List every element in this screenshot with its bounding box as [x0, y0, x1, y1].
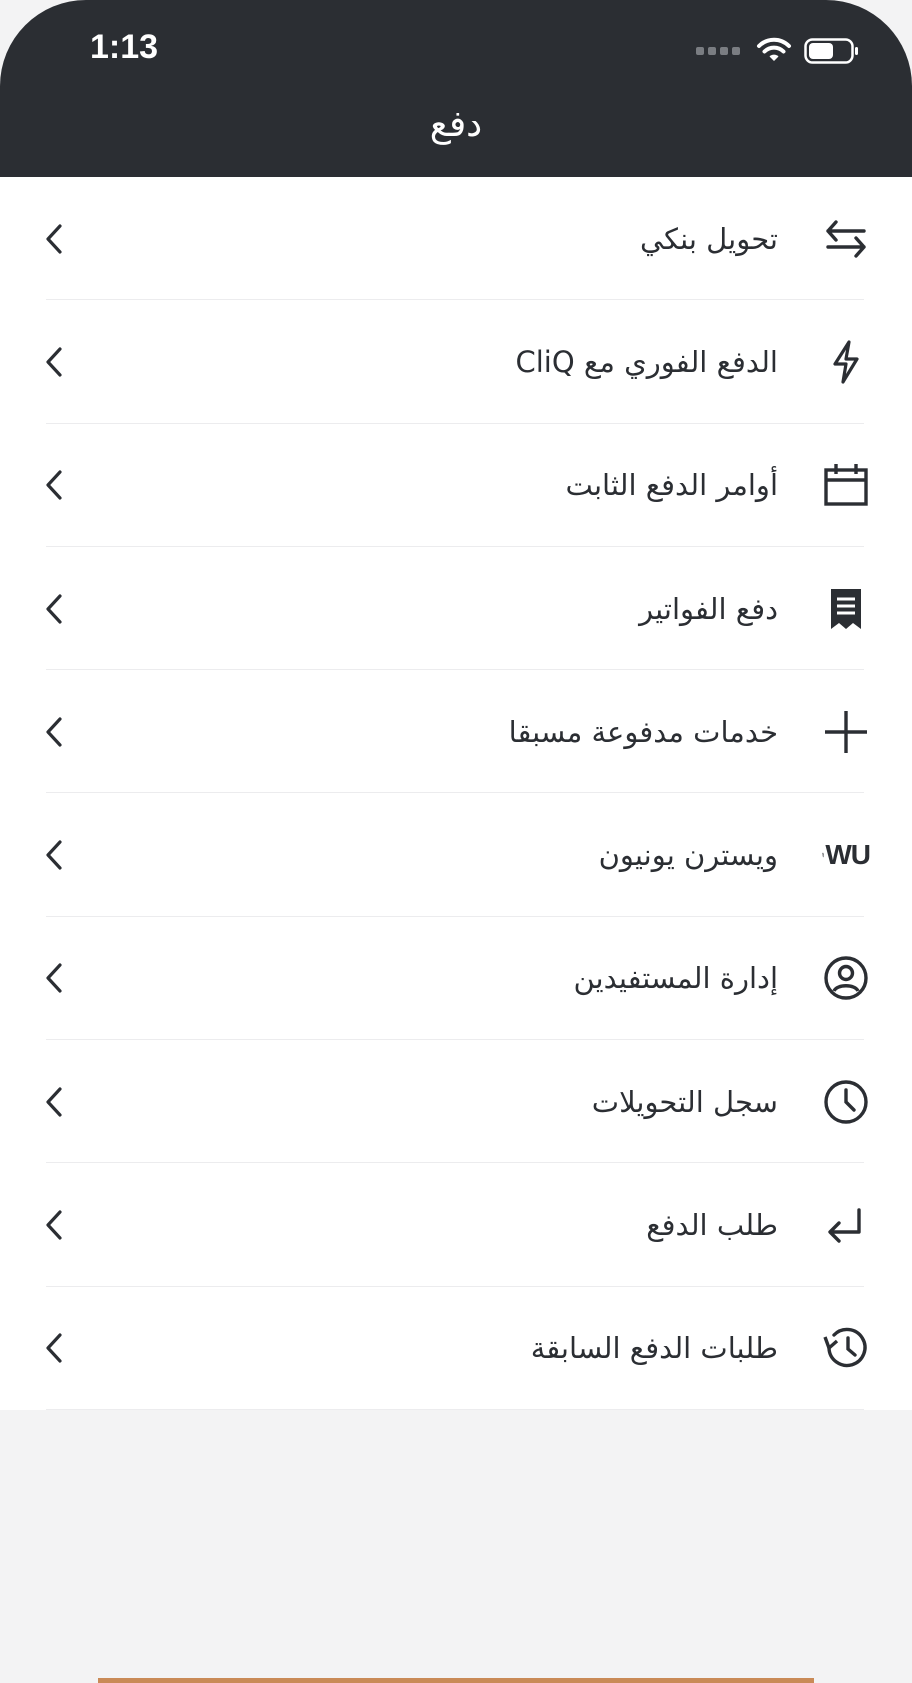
menu-item-label: سجل التحويلات: [591, 1084, 778, 1119]
receipt-icon: [822, 585, 870, 633]
bottom-tab-bar-edge: [98, 1678, 814, 1683]
menu-item-label: أوامر الدفع الثابت: [565, 468, 778, 503]
menu-item-standing-orders[interactable]: أوامر الدفع الثابت: [0, 424, 912, 548]
menu-item-label: خدمات مدفوعة مسبقا: [508, 714, 778, 749]
chevron-left-icon: [46, 963, 62, 994]
menu-item-manage-beneficiaries[interactable]: إدارة المستفيدين: [0, 917, 912, 1041]
menu-item-prepaid-services[interactable]: خدمات مدفوعة مسبقا: [0, 670, 912, 794]
chevron-left-icon: [46, 1333, 62, 1363]
menu-item-western-union[interactable]: ويسترن يونيون WU: [0, 793, 912, 918]
return-arrow-icon: [822, 1201, 870, 1249]
menu-item-previous-payment-requests[interactable]: طلبات الدفع السابقة: [0, 1287, 912, 1411]
wifi-icon: [757, 37, 791, 61]
chevron-left-icon: [46, 347, 62, 377]
menu-item-label: الدفع الفوري مع CliQ: [515, 344, 779, 379]
menu-item-label: طلبات الدفع السابقة: [530, 1331, 778, 1366]
menu-item-label: ويسترن يونيون: [598, 838, 778, 873]
chevron-left-icon: [46, 470, 62, 500]
menu-item-cliq-instant-payment[interactable]: الدفع الفوري مع CliQ: [0, 300, 912, 424]
cellular-signal-icon: [696, 47, 740, 55]
status-time: 1:13: [90, 28, 159, 66]
menu-item-bill-payment[interactable]: دفع الفواتير: [0, 547, 912, 671]
chevron-left-icon: [46, 1210, 62, 1240]
chevron-left-icon: [46, 1087, 62, 1117]
menu-item-label: إدارة المستفيدين: [573, 961, 778, 996]
calendar-icon: [822, 461, 870, 509]
chevron-left-icon: [46, 593, 62, 624]
menu-item-payment-request[interactable]: طلب الدفع: [0, 1163, 912, 1287]
western-union-logo-text: WU: [825, 839, 871, 871]
app-screen: 1:13 دفع تحويل بنكي الدفع الفوري مع CliQ…: [0, 0, 912, 1683]
user-circle-icon: [822, 954, 870, 1002]
menu-item-label: دفع الفواتير: [639, 591, 778, 626]
chevron-left-icon: [46, 224, 62, 254]
payment-menu: تحويل بنكي الدفع الفوري مع CliQ أوامر ال…: [0, 177, 912, 1411]
transfer-arrows-icon: [822, 215, 870, 263]
lightning-icon: [822, 338, 870, 386]
menu-item-label: تحويل بنكي: [639, 221, 778, 256]
menu-item-transfer-history[interactable]: سجل التحويلات: [0, 1040, 912, 1164]
page-title: دفع: [429, 104, 483, 145]
menu-item-label: طلب الدفع: [646, 1208, 778, 1243]
plus-icon: [822, 708, 870, 756]
menu-item-bank-transfer[interactable]: تحويل بنكي: [0, 177, 912, 301]
clock-icon: [822, 1078, 870, 1126]
battery-icon: [804, 38, 858, 64]
history-icon: [822, 1324, 870, 1372]
status-icons: [696, 34, 860, 68]
top-bar: 1:13 دفع: [0, 0, 912, 177]
western-union-logo-icon: WU: [822, 831, 871, 879]
chevron-left-icon: [46, 717, 62, 747]
chevron-left-icon: [46, 840, 62, 870]
